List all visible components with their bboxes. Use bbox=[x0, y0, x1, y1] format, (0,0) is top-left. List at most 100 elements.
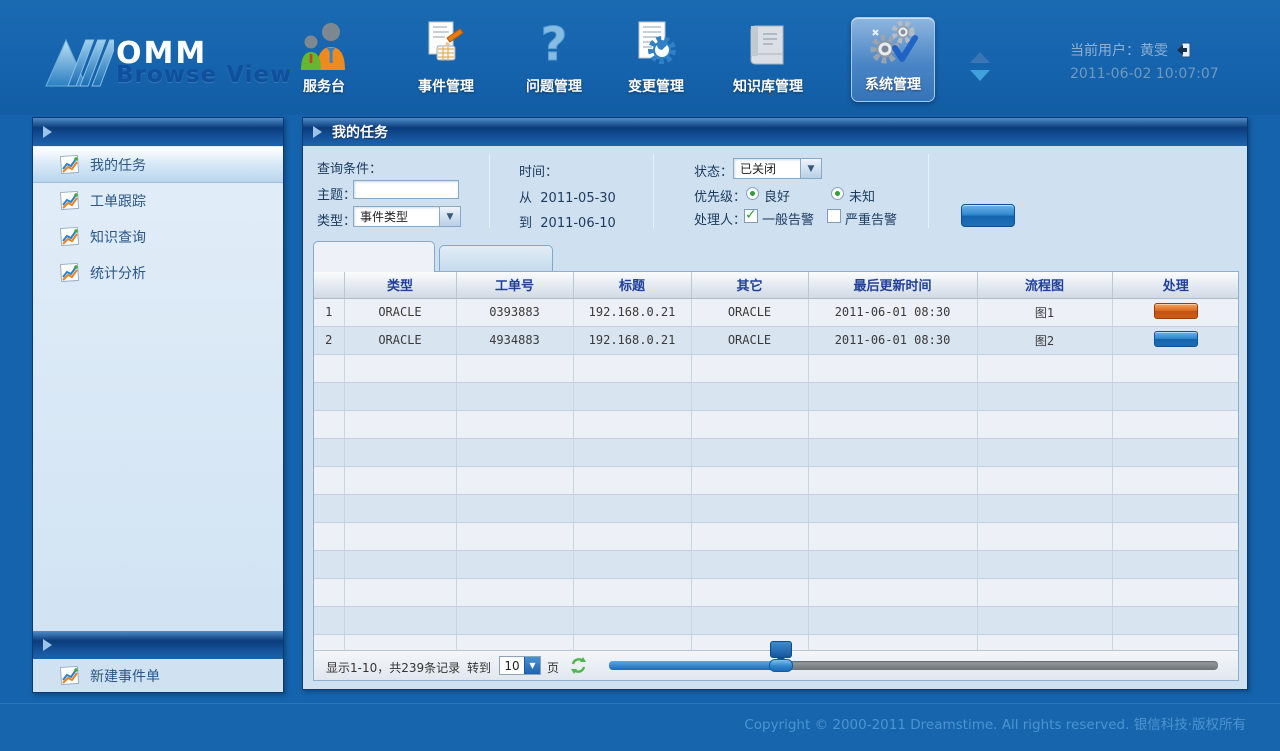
tab-list-1[interactable] bbox=[313, 241, 435, 272]
logo-subtitle: Browse View bbox=[116, 62, 292, 88]
cell-title: 192.168.0.21 bbox=[573, 298, 691, 326]
nav-item-2[interactable]: 事件管理 bbox=[394, 18, 498, 104]
chart-doc-icon bbox=[59, 154, 81, 176]
empty-row bbox=[314, 410, 1239, 438]
cell-flow-link[interactable]: 图2 bbox=[977, 326, 1112, 354]
empty-cell bbox=[456, 354, 573, 382]
divider bbox=[653, 154, 654, 228]
handle-button[interactable] bbox=[1154, 303, 1198, 319]
nav-item-5[interactable]: 知识库管理 bbox=[716, 18, 820, 104]
page-select-value: 10 bbox=[500, 657, 524, 674]
sidebar-top-bar[interactable] bbox=[33, 118, 283, 146]
subject-input[interactable] bbox=[353, 180, 459, 199]
empty-cell bbox=[691, 438, 808, 466]
cell-title: 192.168.0.21 bbox=[573, 326, 691, 354]
empty-cell bbox=[456, 466, 573, 494]
page-select[interactable]: 10 ▼ bbox=[499, 656, 541, 675]
book-icon bbox=[716, 18, 820, 70]
empty-cell bbox=[808, 550, 977, 578]
empty-cell bbox=[573, 578, 691, 606]
empty-cell bbox=[573, 382, 691, 410]
empty-cell bbox=[977, 354, 1112, 382]
empty-cell bbox=[691, 466, 808, 494]
sidebar-item-2[interactable]: 工单跟踪 bbox=[33, 183, 283, 219]
empty-cell bbox=[691, 606, 808, 634]
status-select[interactable]: 已关闭 ▼ bbox=[733, 158, 822, 179]
refresh-icon[interactable] bbox=[569, 656, 588, 675]
chevron-up-icon[interactable] bbox=[970, 52, 990, 63]
divider bbox=[489, 154, 490, 228]
sidebar-item-new-incident[interactable]: 新建事件单 bbox=[33, 658, 283, 694]
chevron-down-icon[interactable]: ▼ bbox=[524, 657, 540, 674]
empty-row bbox=[314, 522, 1239, 550]
user-info: 当前用户：黄雯 2011-06-02 10:07:07 bbox=[1070, 40, 1250, 82]
empty-row bbox=[314, 354, 1239, 382]
empty-cell bbox=[691, 494, 808, 522]
sidebar-item-label: 我的任务 bbox=[90, 155, 146, 175]
to-label: 到 bbox=[519, 216, 532, 231]
radio-good[interactable] bbox=[746, 187, 759, 200]
table-row[interactable]: 1ORACLE0393883192.168.0.21ORACLE2011-06-… bbox=[314, 298, 1239, 326]
empty-row bbox=[314, 606, 1239, 634]
page-slider-track[interactable] bbox=[609, 661, 1218, 670]
type-select[interactable]: 事件类型 ▼ bbox=[353, 206, 461, 227]
divider bbox=[928, 154, 929, 228]
radio-unknown-label: 未知 bbox=[849, 186, 875, 205]
current-datetime: 2011-06-02 10:07:07 bbox=[1070, 66, 1250, 82]
handle-button[interactable] bbox=[1154, 331, 1198, 347]
empty-cell bbox=[344, 438, 456, 466]
column-header: 流程图 bbox=[977, 272, 1112, 298]
chevron-down-icon[interactable] bbox=[970, 70, 990, 81]
empty-cell bbox=[1112, 354, 1239, 382]
chevron-down-icon[interactable]: ▼ bbox=[439, 207, 460, 226]
empty-row bbox=[314, 578, 1239, 606]
nav-item-label: 服务台 bbox=[272, 76, 376, 96]
sidebar-item-3[interactable]: 知识查询 bbox=[33, 219, 283, 255]
empty-cell bbox=[314, 438, 344, 466]
sidebar-bottom-bar[interactable] bbox=[33, 631, 283, 659]
search-button[interactable] bbox=[961, 204, 1015, 227]
nav-scroll-control[interactable] bbox=[970, 52, 992, 81]
empty-cell bbox=[691, 354, 808, 382]
checkbox-general-alarm[interactable] bbox=[744, 209, 758, 223]
empty-cell bbox=[808, 382, 977, 410]
type-select-value: 事件类型 bbox=[354, 208, 439, 225]
cell-flow-link[interactable]: 图1 bbox=[977, 298, 1112, 326]
empty-cell bbox=[314, 522, 344, 550]
empty-cell bbox=[1112, 606, 1239, 634]
nav-item-6[interactable]: 系统管理 bbox=[851, 17, 935, 102]
logout-icon[interactable] bbox=[1176, 42, 1192, 58]
empty-cell bbox=[1112, 494, 1239, 522]
empty-cell bbox=[456, 382, 573, 410]
nav-item-3[interactable]: ?问题管理 bbox=[502, 18, 606, 104]
sidebar-item-1[interactable]: 我的任务 bbox=[33, 147, 283, 183]
arrow-right-icon bbox=[43, 639, 52, 651]
empty-cell bbox=[314, 606, 344, 634]
nav-item-label: 问题管理 bbox=[502, 76, 606, 96]
page-label: 页 bbox=[547, 659, 559, 676]
table-row[interactable]: 2ORACLE4934883192.168.0.21ORACLE2011-06-… bbox=[314, 326, 1239, 354]
page-slider-handle[interactable] bbox=[769, 659, 793, 672]
chevron-down-icon[interactable]: ▼ bbox=[800, 159, 821, 178]
radio-unknown[interactable] bbox=[831, 187, 844, 200]
from-date[interactable]: 2011-05-30 bbox=[540, 191, 616, 206]
panel-title-bar: 我的任务 bbox=[303, 118, 1247, 146]
tab-list-2[interactable] bbox=[439, 245, 553, 272]
empty-cell bbox=[1112, 382, 1239, 410]
empty-cell bbox=[573, 606, 691, 634]
query-section-label: 查询条件： bbox=[317, 158, 382, 177]
to-date[interactable]: 2011-06-10 bbox=[540, 216, 616, 231]
subject-label: 主题： bbox=[317, 184, 356, 203]
empty-cell bbox=[573, 494, 691, 522]
checkbox-general-alarm-label: 一般告警 bbox=[762, 209, 814, 228]
nav-item-4[interactable]: 变更管理 bbox=[604, 18, 708, 104]
sidebar-item-4[interactable]: 统计分析 bbox=[33, 255, 283, 291]
empty-cell bbox=[314, 354, 344, 382]
empty-cell bbox=[344, 410, 456, 438]
empty-cell bbox=[573, 410, 691, 438]
sidebar: 我的任务工单跟踪知识查询统计分析 新建事件单 bbox=[32, 117, 284, 693]
checkbox-severe-alarm[interactable] bbox=[827, 209, 841, 223]
nav-item-1[interactable]: 服务台 bbox=[272, 18, 376, 104]
cell-order-no: 0393883 bbox=[456, 298, 573, 326]
current-user-label: 当前用户：黄雯 bbox=[1070, 40, 1168, 60]
